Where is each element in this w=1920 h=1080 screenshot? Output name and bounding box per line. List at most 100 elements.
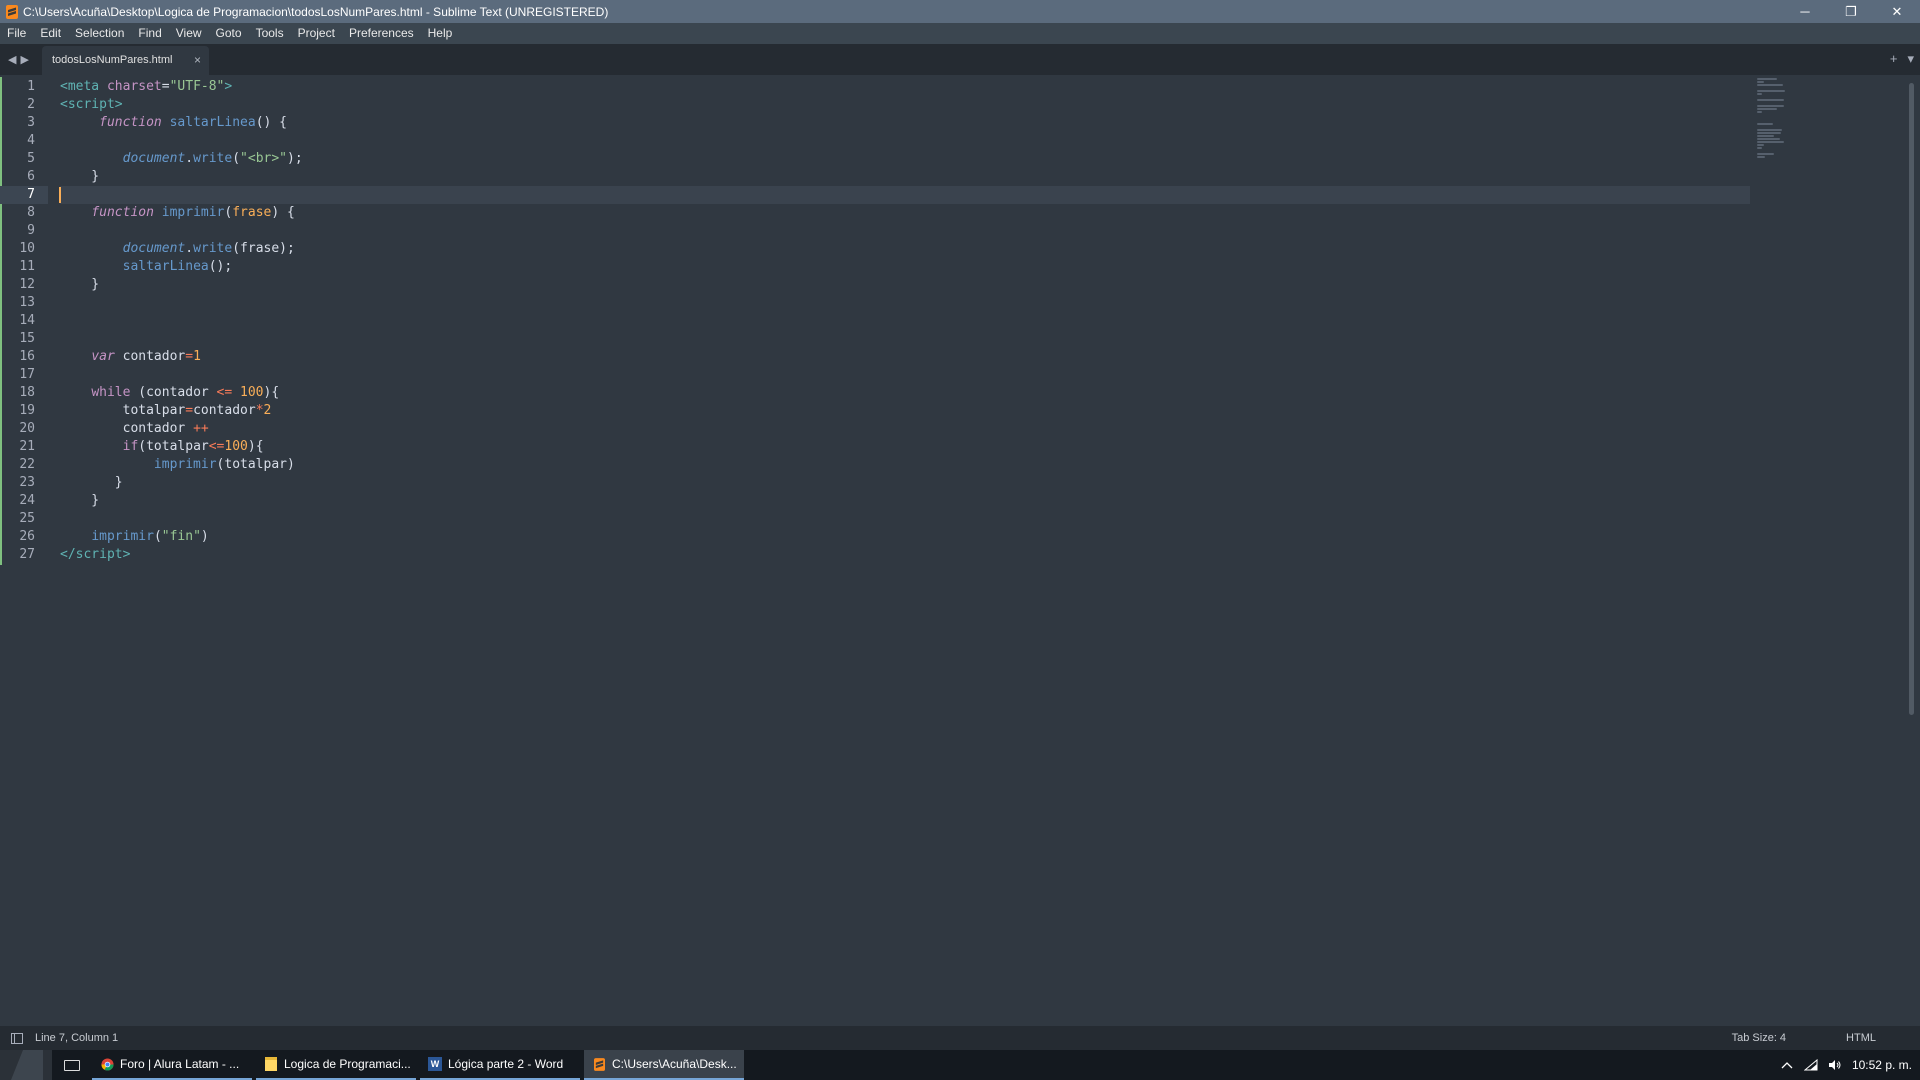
line-number[interactable]: 5 (0, 150, 48, 168)
minimap-line (1757, 153, 1775, 155)
code-view[interactable]: <meta charset="UTF-8"> <script> function … (59, 78, 1750, 564)
restore-button[interactable]: ❐ (1828, 0, 1874, 23)
tab-prev-icon[interactable]: ◀ (8, 53, 16, 66)
menu-preferences[interactable]: Preferences (342, 23, 421, 44)
line-number[interactable]: 11 (0, 258, 48, 276)
line-number[interactable]: 13 (0, 294, 48, 312)
code-line[interactable]: if(totalpar<=100){ (60, 438, 1750, 456)
code-line[interactable]: </script> (60, 546, 1750, 564)
line-number[interactable]: 12 (0, 276, 48, 294)
code-line[interactable]: function saltarLinea() { (60, 114, 1750, 132)
code-line[interactable]: while (contador <= 100){ (60, 384, 1750, 402)
minimap-line (1757, 156, 1766, 158)
tab-size-indicator[interactable]: Tab Size: 4 (1732, 1032, 1786, 1044)
line-number[interactable]: 22 (0, 456, 48, 474)
code-line[interactable]: } (60, 168, 1750, 186)
menu-view[interactable]: View (169, 23, 209, 44)
line-number[interactable]: 1 (0, 78, 48, 96)
code-line[interactable] (60, 132, 1750, 150)
code-line[interactable]: document.write(frase); (60, 240, 1750, 258)
sublime-app-icon (4, 4, 20, 20)
network-icon[interactable] (1803, 1058, 1818, 1072)
line-number[interactable]: 2 (0, 96, 48, 114)
code-line[interactable]: saltarLinea(); (60, 258, 1750, 276)
menu-find[interactable]: Find (131, 23, 168, 44)
minimize-button[interactable]: ─ (1782, 0, 1828, 23)
taskbar-item-word[interactable]: W Lógica parte 2 - Word (420, 1050, 580, 1080)
taskbar-item-chrome[interactable]: Foro | Alura Latam - ... (92, 1050, 252, 1080)
menu-project[interactable]: Project (291, 23, 342, 44)
start-button[interactable] (0, 1050, 52, 1080)
menu-edit[interactable]: Edit (33, 23, 68, 44)
code-token: script (75, 547, 123, 562)
line-number[interactable]: 14 (0, 312, 48, 330)
minimap[interactable] (1755, 78, 1795, 158)
new-tab-icon[interactable]: + (1890, 51, 1898, 67)
code-line[interactable] (60, 330, 1750, 348)
line-number[interactable]: 17 (0, 366, 48, 384)
volume-icon[interactable] (1828, 1058, 1842, 1072)
line-number[interactable]: 18 (0, 384, 48, 402)
code-line[interactable]: } (60, 474, 1750, 492)
task-view-button[interactable] (52, 1050, 92, 1080)
menu-help[interactable]: Help (421, 23, 460, 44)
line-number[interactable]: 7 (0, 186, 48, 204)
code-line[interactable]: imprimir(totalpar) (60, 456, 1750, 474)
code-line[interactable] (60, 222, 1750, 240)
line-number[interactable]: 27 (0, 546, 48, 564)
code-line[interactable]: document.write("<br>"); (60, 150, 1750, 168)
chevron-up-icon[interactable] (1780, 1058, 1794, 1072)
line-number[interactable]: 25 (0, 510, 48, 528)
code-line[interactable] (59, 186, 1750, 204)
menu-file[interactable]: File (0, 23, 33, 44)
line-number[interactable]: 4 (0, 132, 48, 150)
code-line[interactable]: var contador=1 (60, 348, 1750, 366)
code-token: 100 (240, 385, 264, 400)
tab-close-icon[interactable]: × (194, 53, 201, 67)
tab-next-icon[interactable]: ▶ (20, 53, 28, 66)
code-line[interactable] (60, 366, 1750, 384)
line-number[interactable]: 19 (0, 402, 48, 420)
code-token: < (60, 79, 68, 94)
scrollbar-thumb[interactable] (1909, 83, 1914, 715)
line-number[interactable]: 20 (0, 420, 48, 438)
code-line[interactable] (60, 294, 1750, 312)
line-number[interactable]: 15 (0, 330, 48, 348)
line-number[interactable]: 9 (0, 222, 48, 240)
code-line[interactable]: <meta charset="UTF-8"> (60, 78, 1750, 96)
line-number[interactable]: 3 (0, 114, 48, 132)
code-token: } (60, 493, 100, 508)
sidebar-toggle-icon[interactable] (11, 1032, 23, 1044)
taskbar-item-sublime[interactable]: C:\Users\Acuña\Desk... (584, 1050, 744, 1080)
code-line[interactable] (60, 312, 1750, 330)
line-number[interactable]: 24 (0, 492, 48, 510)
line-number[interactable]: 6 (0, 168, 48, 186)
line-number[interactable]: 21 (0, 438, 48, 456)
code-token: contador (114, 349, 186, 364)
title-bar: C:\Users\Acuña\Desktop\Logica de Program… (0, 0, 1920, 23)
editor-area[interactable]: 1 2 3 4 5 6 7 8 9 10 11 12 13 14 15 16 17 18 19 20 21 22 23 24 2… (0, 75, 1920, 1026)
menu-tools[interactable]: Tools (249, 23, 291, 44)
code-line[interactable]: totalpar=contador*2 (60, 402, 1750, 420)
code-line[interactable]: function imprimir(frase) { (60, 204, 1750, 222)
code-line[interactable]: } (60, 492, 1750, 510)
code-line[interactable]: } (60, 276, 1750, 294)
menu-goto[interactable]: Goto (209, 23, 249, 44)
syntax-indicator[interactable]: HTML (1846, 1032, 1876, 1044)
code-line[interactable]: contador ++ (60, 420, 1750, 438)
folder-icon (264, 1057, 278, 1071)
line-number[interactable]: 10 (0, 240, 48, 258)
tab-list-dropdown-icon[interactable]: ▾ (1907, 51, 1914, 67)
line-number[interactable]: 26 (0, 528, 48, 546)
clock[interactable]: 10:52 p. m. (1852, 1058, 1912, 1072)
code-line[interactable]: <script> (60, 96, 1750, 114)
line-number[interactable]: 16 (0, 348, 48, 366)
line-number[interactable]: 23 (0, 474, 48, 492)
line-number[interactable]: 8 (0, 204, 48, 222)
tab-todoslosnumpares[interactable]: todosLosNumPares.html × (42, 46, 209, 75)
code-line[interactable]: imprimir("fin") (60, 528, 1750, 546)
taskbar-item-explorer[interactable]: Logica de Programaci... (256, 1050, 416, 1080)
menu-selection[interactable]: Selection (68, 23, 131, 44)
close-button[interactable]: ✕ (1874, 0, 1920, 23)
code-line[interactable] (60, 510, 1750, 528)
